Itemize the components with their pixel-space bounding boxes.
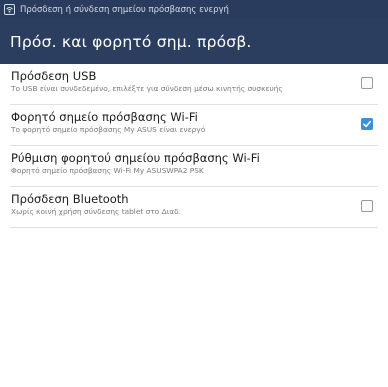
setting-title: Ρύθμιση φορητού σημείου πρόσβασης Wi-Fi — [11, 151, 260, 165]
setting-title: Πρόσδεση Bluetooth — [11, 192, 129, 206]
setting-title: Φορητό σημείο πρόσβασης Wi-Fi — [11, 110, 198, 124]
setting-summary: Το USB είναι συνδεδεμένο, επιλέξτε για σ… — [11, 84, 283, 93]
setting-wifi-hotspot[interactable]: Φορητό σημείο πρόσβασης Wi-Fi Το φορητό … — [10, 105, 378, 146]
status-bar: Πρόσδεση ή σύνδεση σημείου πρόσβασης ενε… — [0, 0, 388, 19]
setting-summary: Το φορητό σημείο πρόσβασης My ASUS είναι… — [11, 125, 206, 134]
status-notification-text: Πρόσδεση ή σύνδεση σημείου πρόσβασης ενε… — [20, 4, 229, 15]
setting-wifi-hotspot-config[interactable]: Ρύθμιση φορητού σημείου πρόσβασης Wi-Fi … — [10, 146, 378, 187]
action-bar: Πρόσ. και φορητό σημ. πρόσβ. — [0, 19, 388, 64]
page-title: Πρόσ. και φορητό σημ. πρόσβ. — [10, 32, 252, 51]
usb-tethering-checkbox[interactable] — [361, 77, 373, 89]
setting-summary: Χωρίς κοινή χρήση σύνδεσης tablet στο Δι… — [11, 207, 181, 216]
setting-title: Πρόσδεση USB — [11, 69, 97, 83]
check-icon — [363, 120, 372, 128]
bluetooth-tethering-checkbox[interactable] — [361, 200, 373, 212]
setting-summary: Φορητό σημείο πρόσβασης Wi-Fi My ASUSWPA… — [11, 166, 204, 175]
wifi-hotspot-icon — [4, 4, 15, 15]
setting-usb-tethering[interactable]: Πρόσδεση USB Το USB είναι συνδεδεμένο, ε… — [10, 64, 378, 105]
setting-bluetooth-tethering[interactable]: Πρόσδεση Bluetooth Χωρίς κοινή χρήση σύν… — [10, 187, 378, 228]
wifi-hotspot-checkbox[interactable] — [361, 118, 373, 130]
settings-list: Πρόσδεση USB Το USB είναι συνδεδεμένο, ε… — [0, 64, 388, 228]
